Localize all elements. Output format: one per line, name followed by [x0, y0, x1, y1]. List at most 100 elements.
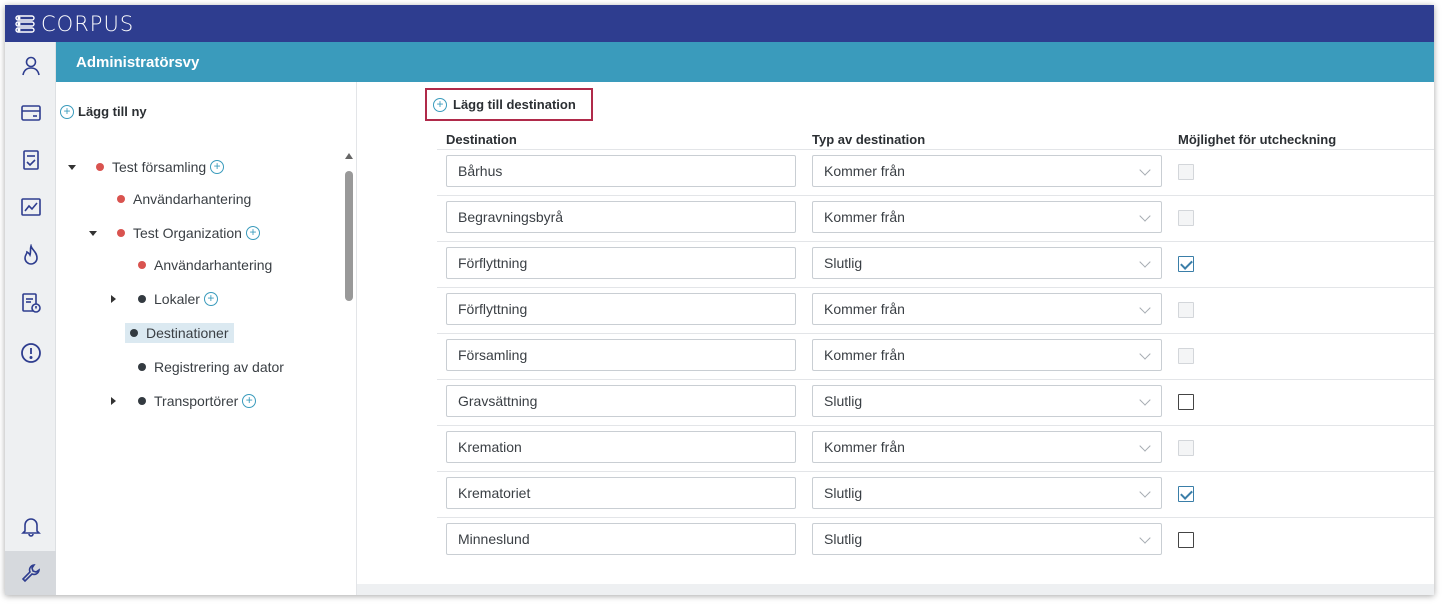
checkout-checkbox[interactable] [1178, 394, 1194, 410]
type-select[interactable]: Kommer från [812, 293, 1162, 325]
chevron-down-icon [1139, 440, 1151, 452]
type-select[interactable]: Slutlig [812, 477, 1162, 509]
add-new-button[interactable]: + Lägg till ny [56, 104, 147, 119]
tree-node-label: Transportörer [154, 393, 239, 409]
plus-circle-icon[interactable]: + [203, 292, 218, 306]
caret-right-icon[interactable] [111, 295, 116, 303]
status-dot [117, 195, 125, 203]
alert-circle-icon [20, 343, 41, 363]
table-row: Kremation Kommer från [437, 425, 1434, 471]
caret-right-icon[interactable] [111, 397, 116, 405]
column-header-checkout: Möjlighet för utcheckning [1178, 132, 1337, 147]
panel-footer [357, 584, 1434, 595]
app-logo-text: CORPUS [41, 11, 135, 36]
chevron-down-icon [1139, 164, 1151, 176]
card-icon [20, 105, 41, 121]
caret-down-icon[interactable] [89, 230, 97, 236]
destination-input[interactable]: Församling [446, 339, 796, 371]
type-select[interactable]: Slutlig [812, 385, 1162, 417]
status-dot [117, 229, 125, 237]
type-select-value: Slutlig [824, 393, 863, 409]
type-select[interactable]: Kommer från [812, 155, 1162, 187]
table-row: Begravningsbyrå Kommer från [437, 195, 1434, 241]
page-title: Administratörsvy [76, 53, 200, 71]
tree-node-registrering[interactable]: Registrering av dator [138, 355, 284, 379]
type-select[interactable]: Kommer från [812, 431, 1162, 463]
destination-input[interactable]: Begravningsbyrå [446, 201, 796, 233]
type-select-value: Slutlig [824, 531, 863, 547]
destination-input[interactable]: Minneslund [446, 523, 796, 555]
type-select-value: Slutlig [824, 485, 863, 501]
tree-node-label: Användarhantering [133, 191, 252, 207]
checkout-checkbox[interactable] [1178, 256, 1194, 272]
type-select-value: Slutlig [824, 255, 863, 271]
type-select-value: Kommer från [824, 163, 905, 179]
destination-input[interactable]: Förflyttning [446, 247, 796, 279]
tree-node-lokaler[interactable]: Lokaler + [111, 287, 222, 311]
tree-node-destinationer[interactable]: Destinationer [125, 321, 234, 345]
destination-input[interactable]: Bårhus [446, 155, 796, 187]
checklist-icon [22, 150, 39, 170]
status-dot [96, 163, 104, 171]
chevron-down-icon [1139, 210, 1151, 222]
wrench-icon [21, 564, 40, 583]
scroll-up-arrow-icon[interactable] [345, 153, 353, 159]
type-select-value: Kommer från [824, 347, 905, 363]
bell-icon [20, 518, 41, 537]
logo-icon [15, 14, 35, 33]
checkout-checkbox [1178, 348, 1194, 364]
table-row: Gravsättning Slutlig [437, 379, 1434, 425]
status-dot [138, 295, 146, 303]
scroll-thumb[interactable] [345, 171, 353, 301]
tree-node-label: Destinationer [146, 325, 229, 341]
rail-user[interactable] [5, 44, 56, 88]
tree-scrollbar[interactable] [343, 153, 355, 593]
rail-document[interactable] [5, 281, 56, 325]
rail-chart[interactable] [5, 185, 56, 229]
type-select[interactable]: Kommer från [812, 201, 1162, 233]
table-row: Krematoriet Slutlig [437, 471, 1434, 517]
plus-circle-icon: + [433, 97, 447, 112]
tree-node-test-forsamling[interactable]: Test församling + [68, 155, 228, 179]
flame-icon [23, 244, 38, 265]
type-select[interactable]: Kommer från [812, 339, 1162, 371]
plus-circle-icon[interactable]: + [242, 394, 257, 408]
destination-input[interactable]: Krematoriet [446, 477, 796, 509]
rail-flame[interactable] [5, 233, 56, 277]
chevron-down-icon [1139, 256, 1151, 268]
rail-card[interactable] [5, 91, 56, 135]
type-select[interactable]: Slutlig [812, 523, 1162, 555]
rail-bell[interactable] [5, 504, 56, 548]
plus-circle-icon[interactable]: + [245, 226, 260, 240]
tree-node-anvandarhantering-org[interactable]: Användarhantering [138, 253, 272, 277]
app-window: CORPUS Administratörsvy + Lägg till ny T… [5, 5, 1434, 595]
plus-circle-icon: + [60, 104, 74, 119]
checkout-checkbox [1178, 210, 1194, 226]
type-select[interactable]: Slutlig [812, 247, 1162, 279]
checkout-checkbox[interactable] [1178, 486, 1194, 502]
destination-input[interactable]: Gravsättning [446, 385, 796, 417]
status-dot [138, 261, 146, 269]
chevron-down-icon [1139, 302, 1151, 314]
tree-node-label: Registrering av dator [154, 359, 284, 375]
caret-down-icon[interactable] [68, 164, 76, 170]
destination-input[interactable]: Kremation [446, 431, 796, 463]
plus-circle-icon[interactable]: + [210, 160, 225, 174]
destination-input[interactable]: Förflyttning [446, 293, 796, 325]
rail-admin[interactable] [5, 551, 56, 595]
status-dot [138, 397, 146, 405]
tree-node-anvandarhantering[interactable]: Användarhantering [117, 187, 251, 211]
rail-alert[interactable] [5, 331, 56, 375]
tree-node-test-organization[interactable]: Test Organization + [89, 221, 264, 245]
page-header: Administratörsvy [56, 42, 1434, 82]
tree-node-transportorer[interactable]: Transportörer + [111, 389, 260, 413]
column-header-destination: Destination [446, 132, 517, 147]
destinations-panel: + Lägg till destination Destination Typ … [357, 82, 1434, 595]
tree-node-label: Test församling [112, 159, 207, 175]
table-row: Förflyttning Kommer från [437, 287, 1434, 333]
add-destination-button[interactable]: + Lägg till destination [425, 88, 593, 121]
checkout-checkbox[interactable] [1178, 532, 1194, 548]
rail-checklist[interactable] [5, 138, 56, 182]
table-row: Minneslund Slutlig [437, 517, 1434, 563]
checkout-checkbox [1178, 440, 1194, 456]
